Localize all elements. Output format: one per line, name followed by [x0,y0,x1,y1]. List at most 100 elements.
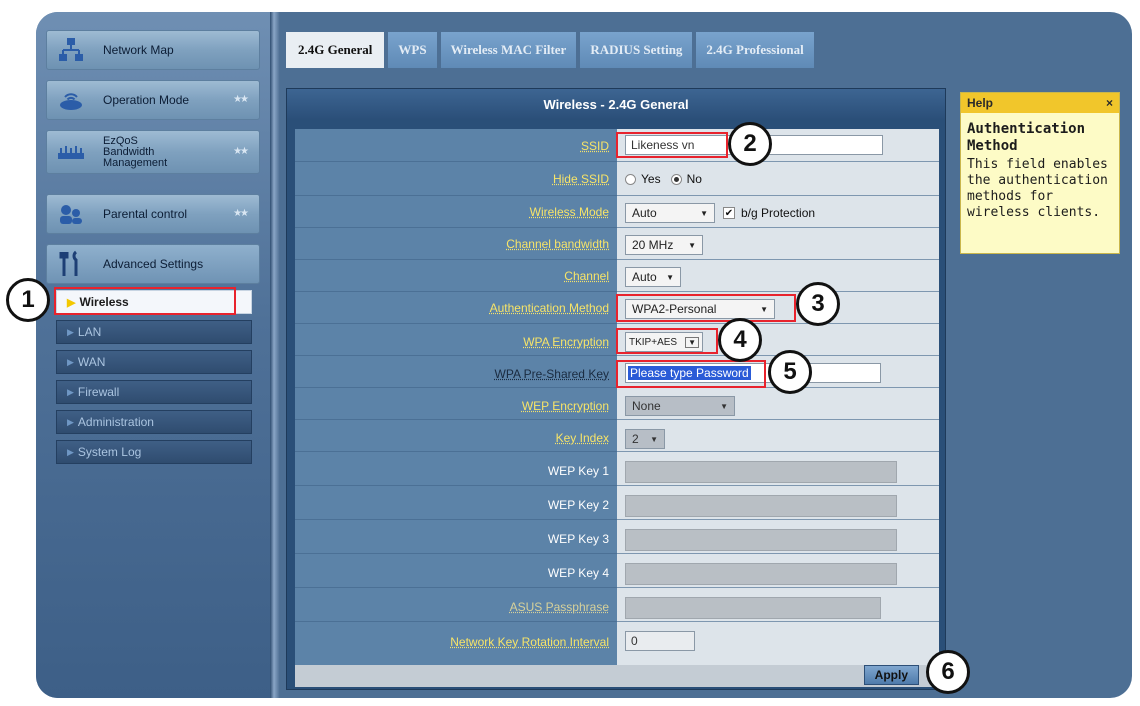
tools-icon [57,250,85,278]
highlight-wpa-encryption [616,328,718,354]
annotation-badge-5: 5 [768,350,812,394]
submenu-item-wan[interactable]: ▶ WAN [56,350,252,374]
wep-key1-input[interactable] [625,461,897,483]
sidebar-item-label: EzQoS Bandwidth Management [103,134,168,169]
wep-key3-input[interactable] [625,529,897,551]
highlight-wpa-psk [616,360,766,388]
row-separator [295,291,939,292]
settings-panel: Wireless - 2.4G General SSID Likeness vn [286,88,946,690]
submenu-item-lan[interactable]: ▶ LAN [56,320,252,344]
channel-label: Channel [564,269,609,283]
submenu-item-label: WAN [77,355,106,369]
wep-encryption-select[interactable]: None ▼ [625,396,735,416]
arrow-right-icon: ▶ [67,446,74,457]
wep-encryption-value: None [632,399,661,413]
router-icon [57,86,85,114]
sidebar-item-label: Advanced Settings [103,257,204,271]
row-separator [295,161,939,162]
dropdown-arrow-icon: ▼ [700,208,708,218]
row-separator [295,195,939,196]
submenu-item-system-log[interactable]: ▶ System Log [56,440,252,464]
help-header: Help × [961,93,1119,113]
highlight-ssid [616,132,728,158]
tab-bar: 2.4G General WPS Wireless MAC Filter RAD… [286,32,818,68]
wpa-encryption-label: WPA Encryption [523,335,609,349]
sidebar-item-label: Network Map [103,43,174,57]
submenu-item-label: Administration [77,415,154,429]
submenu-item-firewall[interactable]: ▶ Firewall [56,380,252,404]
settings-form: SSID Likeness vn Hide SSID Yes No Wirele… [295,129,939,665]
wireless-mode-value: Auto [632,206,657,220]
annotation-badge-1: 1 [6,278,50,322]
hide-ssid-no-label: No [686,172,702,186]
asus-passphrase-label: ASUS Passphrase [509,600,609,614]
wireless-mode-select[interactable]: Auto ▼ [625,203,715,223]
row-separator [295,519,939,520]
hide-ssid-no-radio[interactable] [670,173,682,185]
dropdown-arrow-icon: ▼ [688,240,696,250]
wep-encryption-label: WEP Encryption [521,399,609,413]
sidebar-item-parental-control[interactable]: Parental control ★★ [46,194,260,234]
sidebar-item-advanced-settings[interactable]: Advanced Settings [46,244,260,284]
tab-24g-professional[interactable]: 2.4G Professional [696,32,814,68]
help-body: This field enables the authentication me… [967,157,1108,220]
sidebar-item-label: Parental control [103,207,188,221]
channel-select[interactable]: Auto ▼ [625,267,681,287]
tab-wireless-mac-filter[interactable]: Wireless MAC Filter [440,32,577,68]
rotation-interval-input[interactable]: 0 [625,631,695,651]
hide-ssid-yes-label: Yes [641,172,661,186]
annotation-badge-2: 2 [728,122,772,166]
stars-icon: ★★ [233,146,249,157]
asus-passphrase-input[interactable] [625,597,881,619]
tab-wps[interactable]: WPS [388,32,437,68]
hide-ssid-yes-radio[interactable] [625,173,636,185]
row-separator [295,587,939,588]
row-separator [295,553,939,554]
row-separator [295,259,939,260]
wep-key2-input[interactable] [625,495,897,517]
tab-24g-general[interactable]: 2.4G General [286,32,385,68]
close-icon[interactable]: × [1106,96,1113,110]
panel-title: Wireless - 2.4G General [287,89,945,119]
submenu-item-label: System Log [77,445,142,459]
row-separator [295,355,939,356]
row-separator [295,323,939,324]
sidebar: Network Map Operation Mode ★★ EzQoS Band… [36,12,270,698]
wep-key4-label: WEP Key 4 [547,566,609,580]
key-index-label: Key Index [555,431,609,445]
annotation-badge-3: 3 [796,282,840,326]
help-title: Authentication Method [967,121,1086,154]
sidebar-item-operation-mode[interactable]: Operation Mode ★★ [46,80,260,120]
sidebar-item-label: Operation Mode [103,93,190,107]
router-admin-frame: Network Map Operation Mode ★★ EzQoS Band… [36,12,1132,698]
annotation-badge-4: 4 [718,318,762,362]
help-header-label: Help [967,96,994,110]
ssid-label: SSID [580,139,609,153]
arrow-right-icon: ▶ [67,326,74,337]
tab-radius-setting[interactable]: RADIUS Setting [580,32,693,68]
sidebar-item-network-map[interactable]: Network Map [46,30,260,70]
wpa-psk-label: WPA Pre-Shared Key [494,367,610,381]
bg-protection-checkbox[interactable]: ✔ [723,207,735,219]
row-separator [295,419,939,420]
key-index-select[interactable]: 2 ▼ [625,429,665,449]
help-box: Help × Authentication Method This field … [960,92,1120,254]
bandwidth-icon [57,138,85,166]
bg-protection-label: b/g Protection [741,206,816,220]
dropdown-arrow-icon: ▼ [650,434,658,444]
channel-bandwidth-select[interactable]: 20 MHz ▼ [625,235,703,255]
submenu-item-administration[interactable]: ▶ Administration [56,410,252,434]
row-separator [295,227,939,228]
sidebar-item-ezqos[interactable]: EzQoS Bandwidth Management ★★ [46,130,260,174]
dropdown-arrow-icon: ▼ [666,272,674,282]
channel-bandwidth-value: 20 MHz [632,238,674,252]
apply-bar: Apply [295,665,939,687]
submenu-item-label: LAN [77,325,102,339]
arrow-right-icon: ▶ [67,386,74,397]
key-index-value: 2 [632,432,639,446]
wep-key4-input[interactable] [625,563,897,585]
submenu-item-label: Firewall [77,385,120,399]
apply-button[interactable]: Apply [863,665,919,685]
parental-icon [57,200,85,228]
row-separator [295,621,939,622]
